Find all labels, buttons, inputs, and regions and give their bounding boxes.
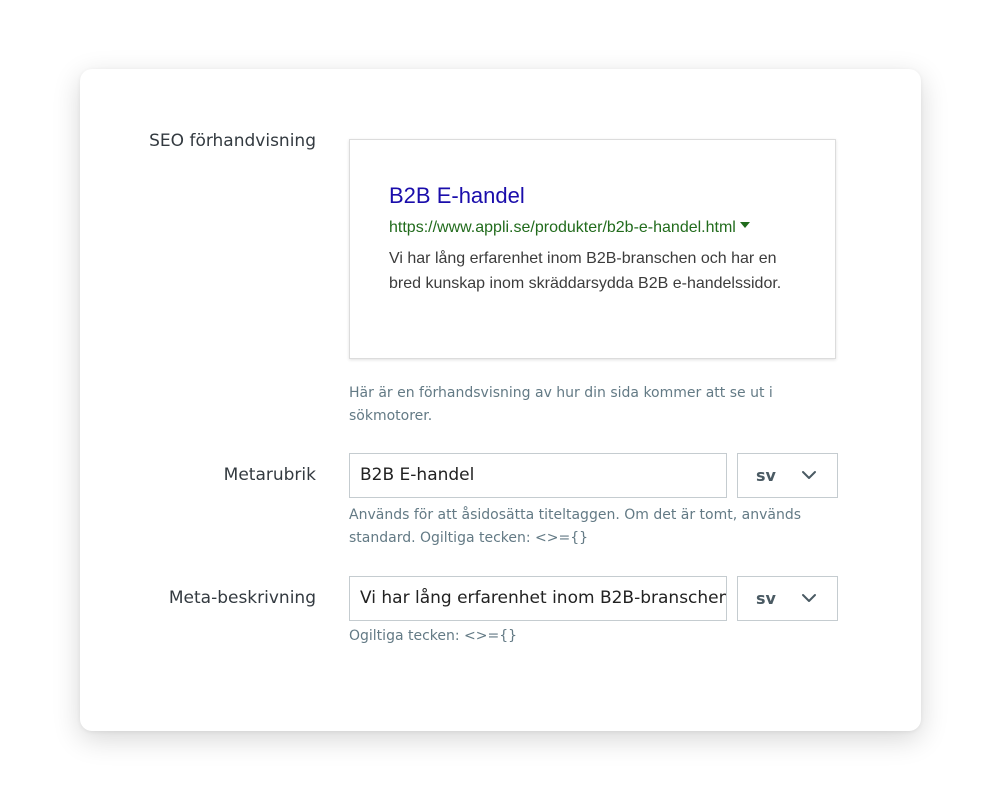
seo-preview-help-line1: Här är en förhandsvisning av hur din sid…	[349, 385, 773, 401]
preview-description: Vi har lång erfarenhet inom B2B-bransche…	[389, 250, 782, 292]
metarubrik-help-line2: standard. Ogiltiga tecken: <>={}	[349, 530, 589, 546]
language-value: sv	[756, 466, 776, 485]
chevron-down-icon	[802, 594, 816, 602]
chevron-down-icon	[802, 471, 816, 479]
preview-url: https://www.appli.se/produkter/b2b-e-han…	[389, 219, 750, 237]
metarubrik-help: Används för att åsidosätta titeltaggen. …	[349, 504, 801, 550]
metarubrik-help-line1: Används för att åsidosätta titeltaggen. …	[349, 507, 802, 523]
language-value: sv	[756, 589, 776, 608]
seo-preview-label: SEO förhandvisning	[149, 131, 316, 151]
metarubrik-input[interactable]: B2B E-handel	[349, 453, 727, 498]
metabeskrivning-language-select[interactable]: sv	[737, 576, 838, 621]
metarubrik-label: Metarubrik	[223, 465, 316, 485]
seo-preview-help-line2: sökmotorer.	[349, 408, 433, 424]
metabeskrivning-help: Ogiltiga tecken: <>={}	[349, 628, 518, 644]
metarubrik-language-select[interactable]: sv	[737, 453, 838, 498]
preview-url-text: https://www.appli.se/produkter/b2b-e-han…	[389, 219, 736, 236]
preview-title: B2B E-handel	[389, 183, 525, 208]
caret-down-icon	[739, 222, 750, 228]
seo-preview-help: Här är en förhandsvisning av hur din sid…	[349, 382, 773, 428]
metabeskrivning-input[interactable]: Vi har lång erfarenhet inom B2B-bransche…	[349, 576, 727, 621]
metabeskrivning-label: Meta-beskrivning	[168, 588, 316, 608]
seo-preview-box: B2B E-handel https://www.appli.se/produk…	[349, 139, 836, 359]
